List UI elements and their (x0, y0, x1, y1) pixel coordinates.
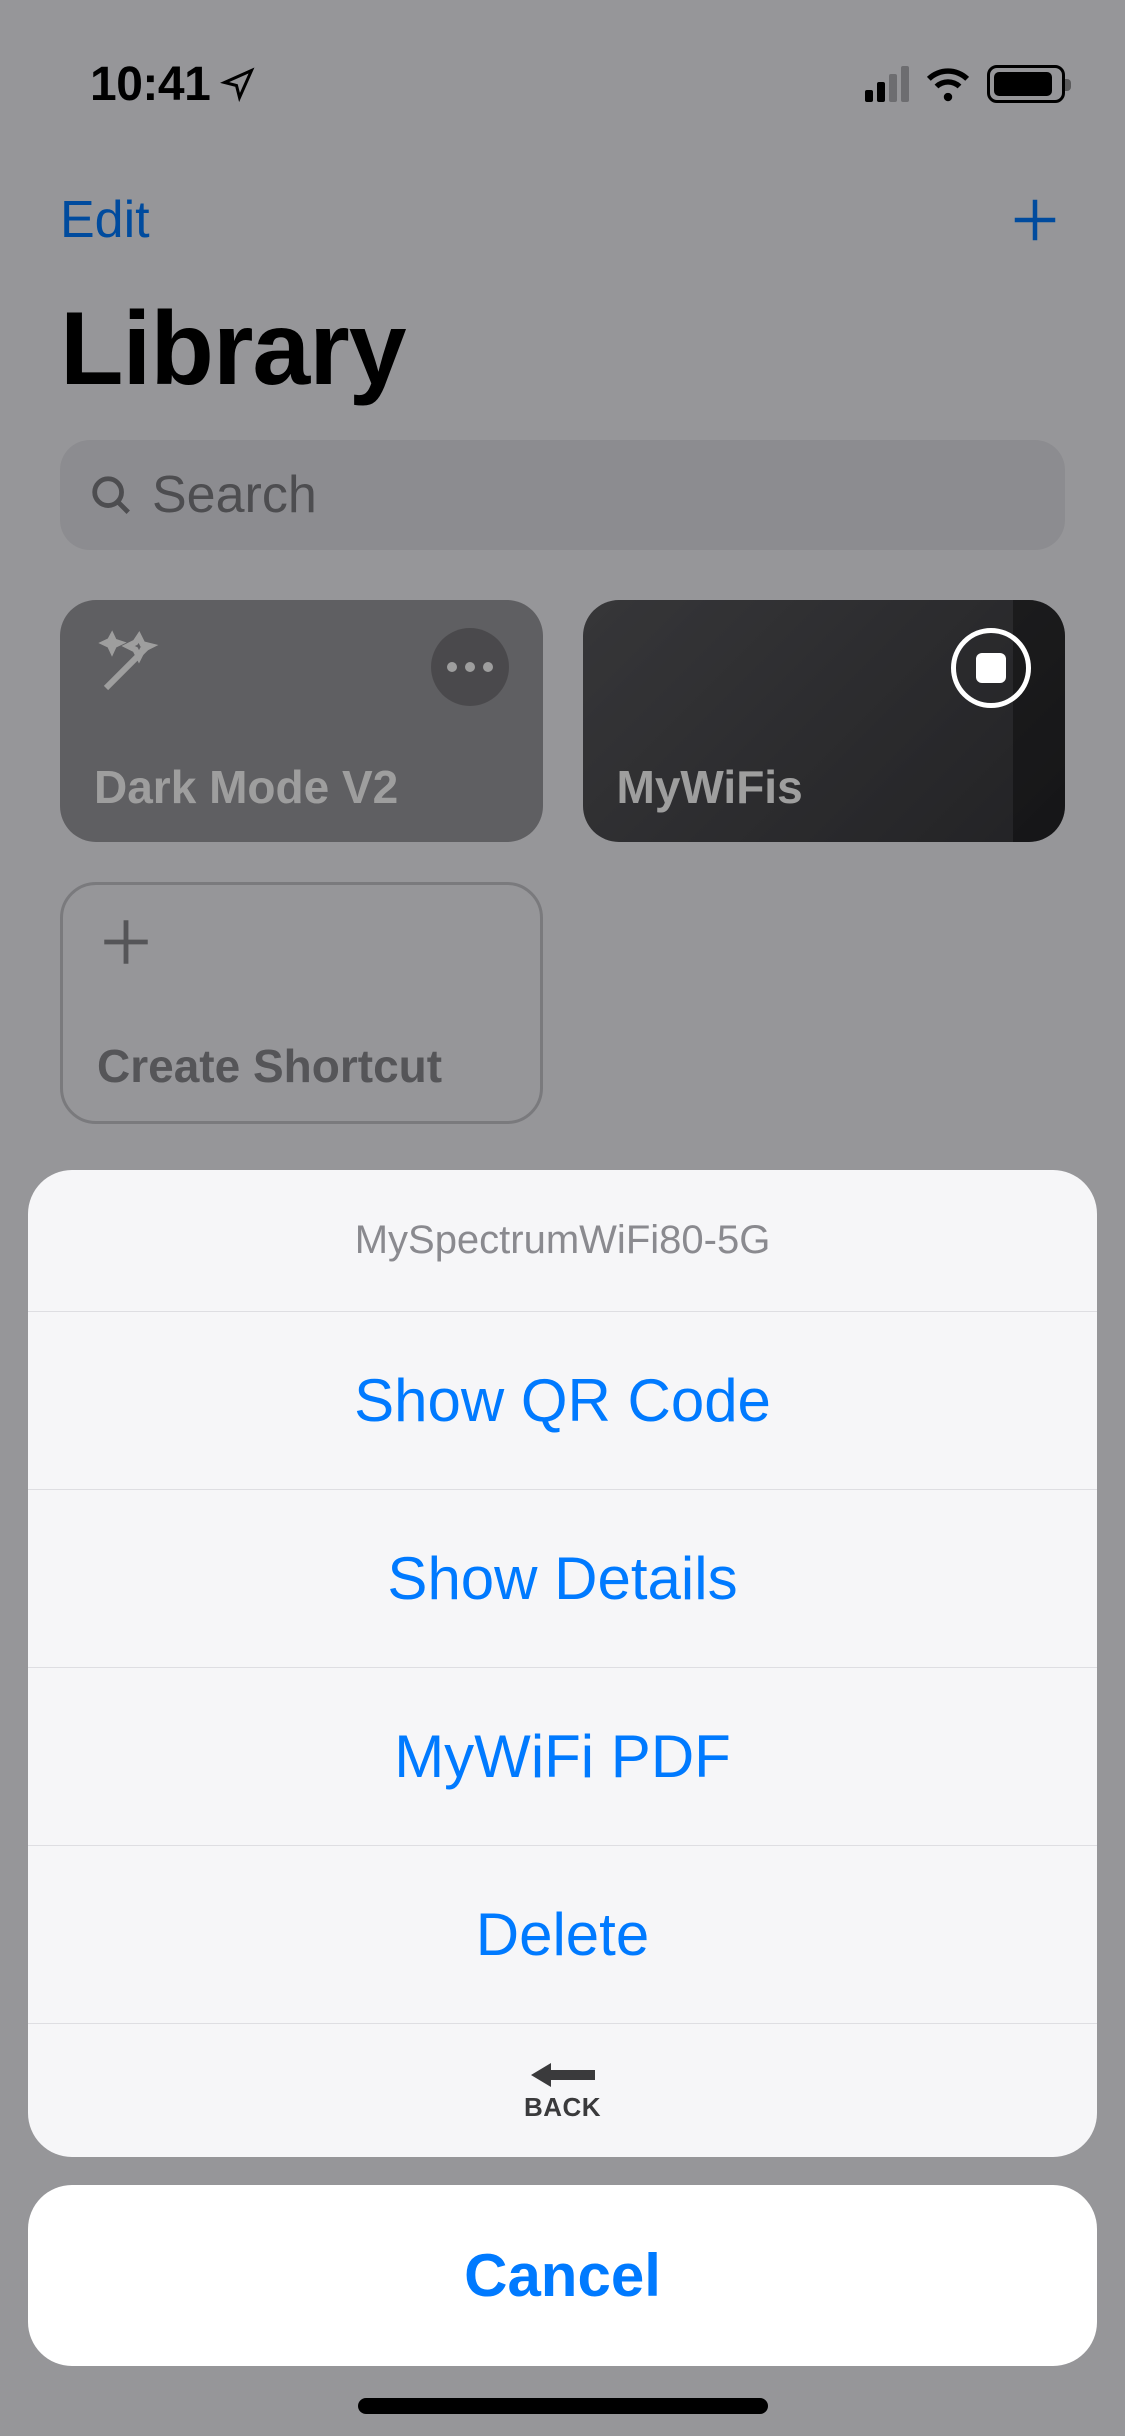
action-delete[interactable]: Delete (28, 1846, 1097, 2024)
home-indicator[interactable] (358, 2398, 768, 2414)
stop-icon (976, 653, 1006, 683)
back-label: BACK (524, 2092, 601, 2123)
cancel-button[interactable]: Cancel (28, 2185, 1097, 2366)
action-show-qr-code[interactable]: Show QR Code (28, 1312, 1097, 1490)
action-sheet: MySpectrumWiFi80-5G Show QR Code Show De… (28, 1170, 1097, 2366)
action-back[interactable]: BACK (28, 2024, 1097, 2157)
action-mywifi-pdf[interactable]: MyWiFi PDF (28, 1668, 1097, 1846)
back-arrow-icon (531, 2060, 595, 2090)
action-show-details[interactable]: Show Details (28, 1490, 1097, 1668)
stop-run-button[interactable] (951, 628, 1031, 708)
action-sheet-title: MySpectrumWiFi80-5G (28, 1170, 1097, 1312)
